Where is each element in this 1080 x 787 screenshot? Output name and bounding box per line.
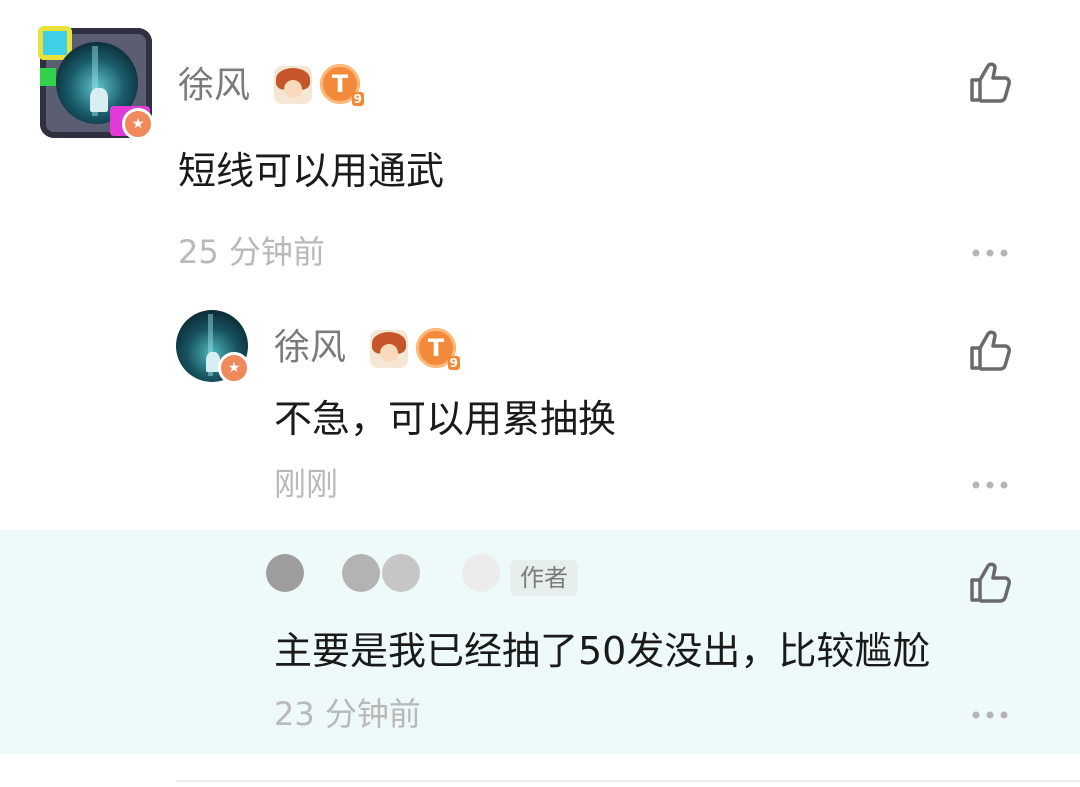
blurred-username: [262, 548, 502, 594]
username[interactable]: 徐风: [274, 328, 346, 368]
thumbs-up-icon[interactable]: [966, 58, 1014, 106]
character-badge-icon: [370, 330, 408, 368]
comment-time: 25 分钟前: [178, 233, 325, 271]
more-dots-icon[interactable]: [972, 480, 1008, 490]
more-dots-icon[interactable]: [972, 248, 1008, 258]
verified-star-icon: ★: [122, 108, 154, 140]
level-badge-icon: T9: [416, 328, 460, 370]
comment-time: 刚刚: [274, 465, 339, 503]
comment-text: 不急，可以用累抽换: [274, 397, 617, 441]
comment-time: 23 分钟前: [274, 695, 421, 733]
divider: [176, 780, 1080, 782]
level-badge-icon: T9: [320, 64, 364, 106]
more-dots-icon[interactable]: [972, 710, 1008, 720]
verified-star-icon: ★: [218, 352, 250, 384]
thumbs-up-icon[interactable]: [966, 558, 1014, 606]
character-badge-icon: [274, 66, 312, 104]
comment-text: 主要是我已经抽了50发没出，比较尴尬: [274, 629, 931, 673]
author-tag: 作者: [510, 560, 578, 596]
avatar-decoration: [40, 68, 56, 86]
username[interactable]: 徐风: [178, 66, 250, 106]
thumbs-up-icon[interactable]: [966, 326, 1014, 374]
comment-text: 短线可以用通武: [178, 149, 445, 193]
